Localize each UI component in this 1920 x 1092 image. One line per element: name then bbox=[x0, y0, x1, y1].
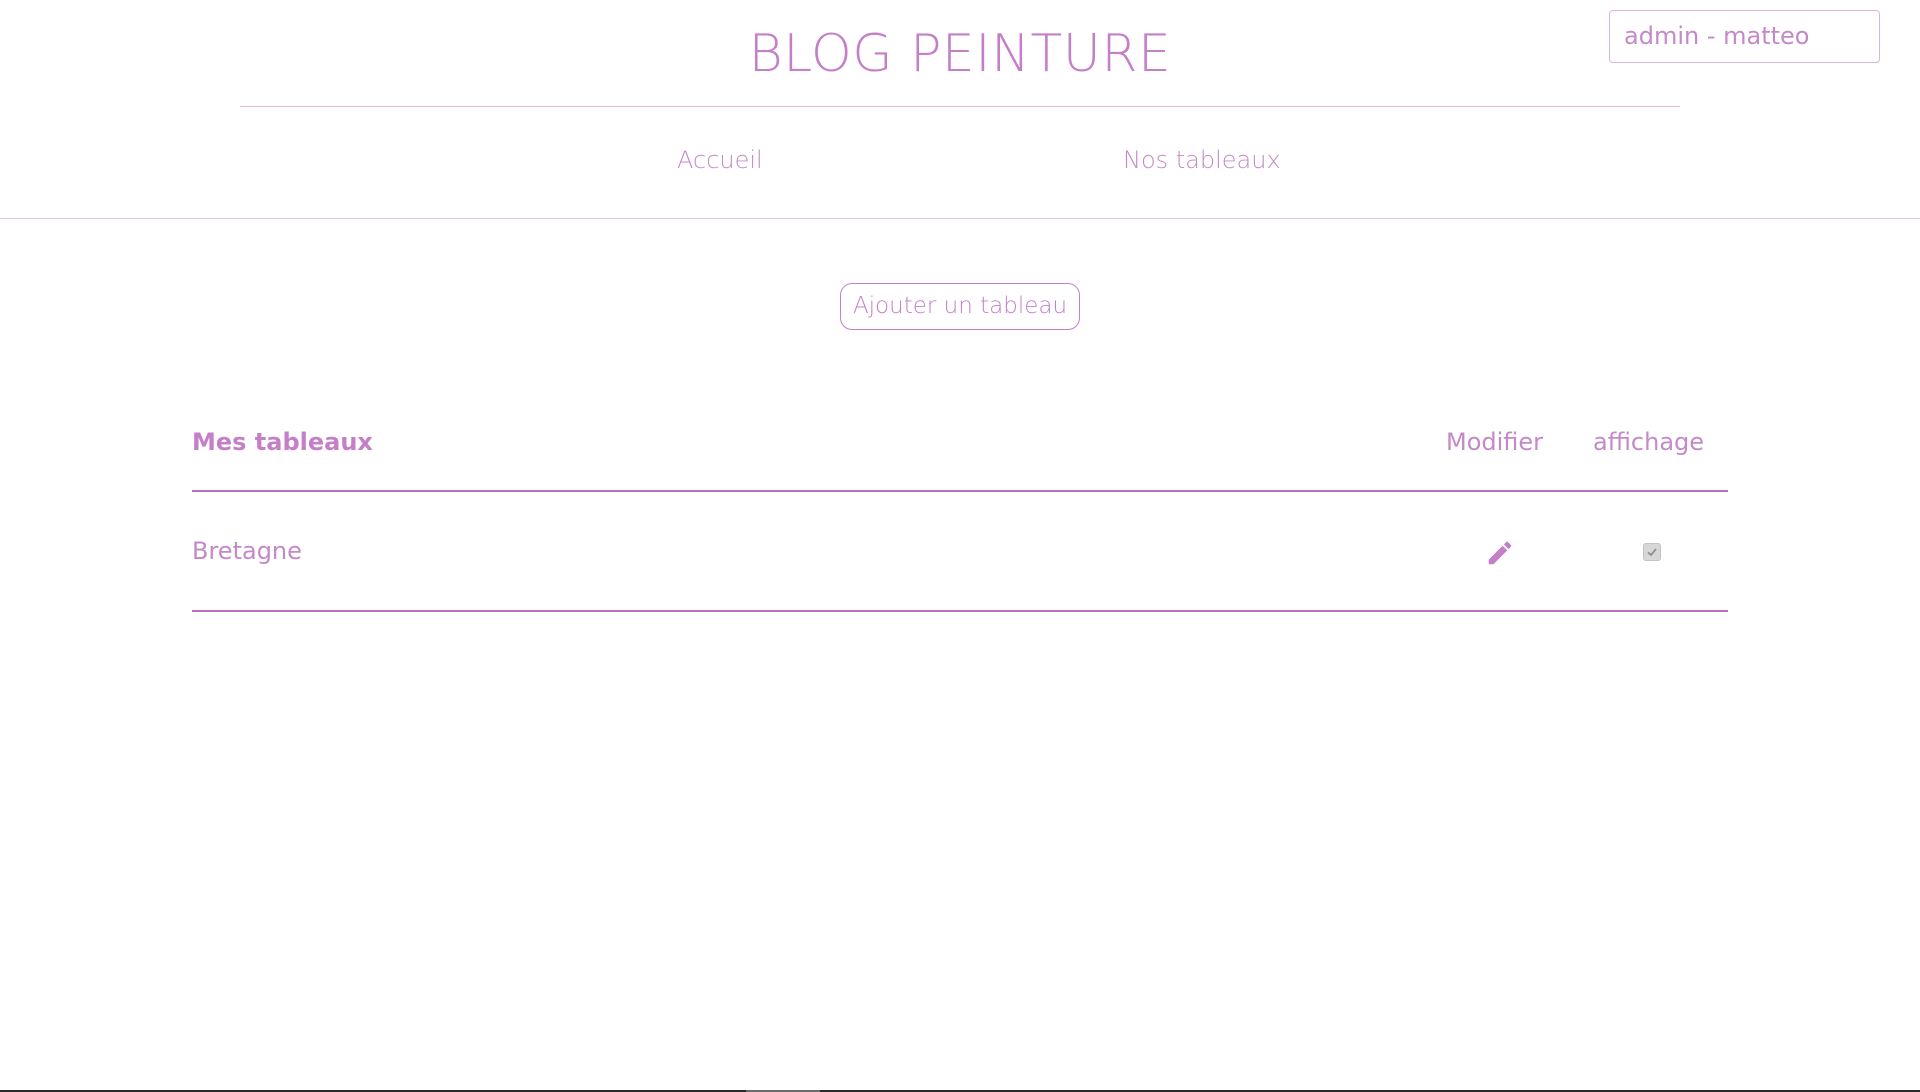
header-divider bbox=[240, 106, 1680, 107]
column-header-mes-tableaux: Mes tableaux bbox=[192, 428, 373, 456]
nav-link-accueil[interactable]: Accueil bbox=[677, 146, 763, 174]
nav-link-nos-tableaux[interactable]: Nos tableaux bbox=[1123, 146, 1281, 174]
user-account-box[interactable]: admin - matteo bbox=[1609, 10, 1880, 63]
display-checkbox[interactable] bbox=[1643, 543, 1661, 561]
table-row: Bretagne bbox=[192, 492, 1728, 612]
column-header-modifier: Modifier bbox=[1446, 428, 1544, 456]
add-tableau-button[interactable]: Ajouter un tableau bbox=[840, 283, 1080, 330]
tableau-name: Bretagne bbox=[192, 537, 302, 565]
page: BLOG PEINTURE admin - matteo Accueil Nos… bbox=[0, 0, 1920, 1092]
checkmark-icon bbox=[1647, 548, 1657, 557]
tableaux-table: Mes tableaux Modifier affichage Bretagne bbox=[192, 400, 1728, 612]
pencil-icon[interactable] bbox=[1485, 538, 1515, 568]
nav-divider bbox=[0, 218, 1920, 219]
column-header-affichage: affichage bbox=[1593, 428, 1705, 456]
table-header: Mes tableaux Modifier affichage bbox=[192, 400, 1728, 492]
